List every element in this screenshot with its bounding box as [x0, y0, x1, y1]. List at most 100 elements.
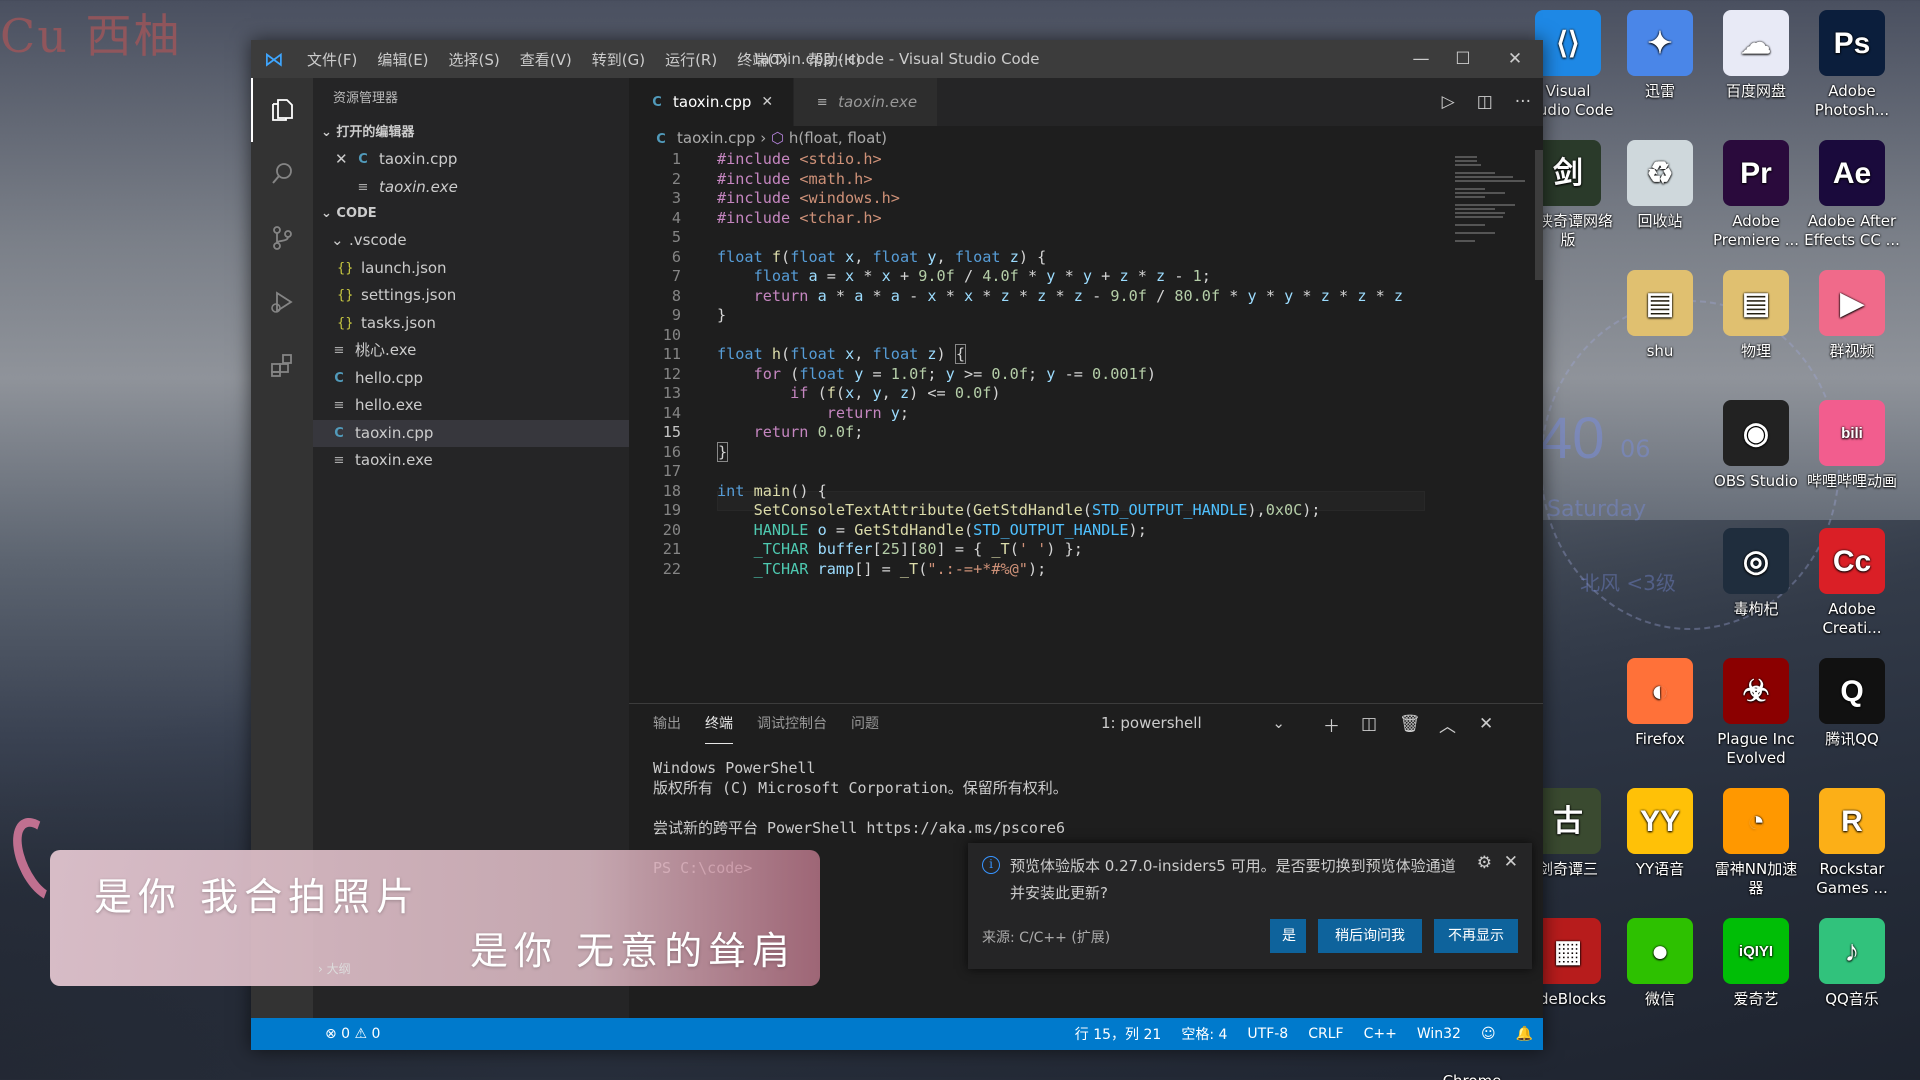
split-editor-icon[interactable]: ◫	[1477, 92, 1493, 112]
breadcrumb-file[interactable]: taoxin.cpp	[677, 129, 755, 147]
indentation-status[interactable]: 空格: 4	[1171, 1024, 1237, 1044]
clock-weather: 北风 <3级	[1580, 571, 1676, 595]
desktop-icon[interactable]: Pr Adobe Premiere ...	[1708, 140, 1804, 250]
line-number: 4	[671, 208, 681, 227]
remind-later-button[interactable]: 稍后询问我	[1318, 919, 1422, 953]
tab-problems[interactable]: 问题	[851, 704, 879, 744]
minimize-button[interactable]: —	[1401, 40, 1441, 78]
file-launch-json[interactable]: {} launch.json	[313, 255, 629, 283]
tab-taoxin-exe[interactable]: ≡ taoxin.exe	[794, 78, 939, 126]
menu-view[interactable]: 查看(V)	[510, 49, 582, 70]
desktop-icon[interactable]: ▶ 群视频	[1804, 270, 1900, 361]
desktop-icon[interactable]: bili 哔哩哔哩动画	[1804, 400, 1900, 491]
bell-icon[interactable]: 🔔	[1506, 1026, 1543, 1042]
platform-status[interactable]: Win32	[1407, 1026, 1471, 1042]
file-tasks-json[interactable]: {} tasks.json	[313, 310, 629, 338]
menu-edit[interactable]: 编辑(E)	[367, 49, 438, 70]
desktop-icon[interactable]: Ae Adobe After Effects CC ...	[1804, 140, 1900, 250]
desktop-icon[interactable]: iQIYI 爱奇艺	[1708, 918, 1804, 1009]
problems-status[interactable]: ⊗ 0 ⚠ 0	[315, 1026, 390, 1042]
eol-status[interactable]: CRLF	[1298, 1026, 1353, 1042]
language-status[interactable]: C++	[1354, 1026, 1407, 1042]
menu-file[interactable]: 文件(F)	[297, 49, 367, 70]
clock-day: Saturday	[1547, 497, 1647, 522]
feedback-icon[interactable]: ☺	[1471, 1026, 1506, 1042]
tab-debug-console[interactable]: 调试控制台	[757, 704, 827, 744]
desktop-icon[interactable]: ◐ Firefox	[1612, 658, 1708, 749]
notification-message: 预览体验版本 0.27.0-insiders5 可用。是否要切换到预览体验通道并…	[1010, 857, 1456, 902]
code-folder-section[interactable]: ⌄ CODE	[313, 201, 629, 227]
tab-output[interactable]: 输出	[653, 704, 681, 744]
desktop-icon[interactable]: ● 微信	[1612, 918, 1708, 1009]
close-tab-icon[interactable]: ✕	[761, 94, 773, 110]
yes-button[interactable]: 是	[1270, 919, 1306, 953]
desktop-icon[interactable]: ▤ 物理	[1708, 270, 1804, 361]
desktop-icon[interactable]: ✦ 迅雷	[1612, 10, 1708, 101]
file-taoxin-chinese-exe[interactable]: ≡ 桃心.exe	[313, 337, 629, 365]
menu-selection[interactable]: 选择(S)	[439, 49, 510, 70]
desktop-icon[interactable]: ☣ Plague Inc Evolved	[1708, 658, 1804, 768]
maximize-panel-icon[interactable]: ︿	[1439, 704, 1456, 744]
open-editor-taoxin-exe[interactable]: ≡ taoxin.exe	[313, 174, 629, 202]
new-terminal-icon[interactable]: ＋	[1323, 704, 1340, 744]
menu-help[interactable]: 帮助(H)	[798, 49, 871, 70]
close-icon[interactable]: ✕	[335, 146, 355, 174]
menu-go[interactable]: 转到(G)	[582, 49, 655, 70]
maximize-button[interactable]: ☐	[1443, 40, 1483, 78]
desktop-icon[interactable]: Q 腾讯QQ	[1804, 658, 1900, 749]
close-panel-icon[interactable]: ✕	[1479, 704, 1493, 744]
terminal-select[interactable]: 1: powershell ⌄	[1093, 708, 1293, 738]
desktop-icon[interactable]: ☁ 百度网盘	[1708, 10, 1804, 101]
open-editors-section[interactable]: ⌄ 打开的编辑器	[313, 120, 629, 146]
chevron-right-icon: ›	[760, 129, 771, 147]
desktop-icon[interactable]: Ps Adobe Photosh...	[1804, 10, 1900, 120]
run-debug-icon[interactable]	[251, 270, 313, 334]
split-terminal-icon[interactable]: ◫	[1361, 704, 1377, 744]
app-icon: ◎	[1723, 528, 1789, 594]
explorer-icon[interactable]	[251, 78, 313, 142]
editor-scrollbar[interactable]	[1535, 150, 1543, 280]
encoding-status[interactable]: UTF-8	[1237, 1026, 1298, 1042]
desktop-icon[interactable]: ◎ 毒枸杞	[1708, 528, 1804, 619]
file-taoxin-cpp[interactable]: Ctaoxin.cpp	[313, 419, 629, 447]
app-icon: ●	[1627, 918, 1693, 984]
open-editor-taoxin-cpp[interactable]: ✕ Ctaoxin.cpp	[313, 146, 629, 174]
close-icon[interactable]: ✕	[1504, 852, 1518, 872]
desktop-icon[interactable]: YY YY语音	[1612, 788, 1708, 879]
line-number: 7	[671, 267, 681, 285]
search-icon[interactable]	[251, 142, 313, 206]
tab-terminal[interactable]: 终端	[705, 704, 733, 744]
desktop-icon[interactable]: ▤ shu	[1612, 270, 1708, 361]
code-line: for (float y = 1.0f; y >= 0.0f; y -= 0.0…	[753, 364, 1157, 383]
breadcrumb-symbol[interactable]: h(float, float)	[789, 129, 887, 147]
file-taoxin-exe[interactable]: ≡ taoxin.exe	[313, 447, 629, 475]
desktop-icon[interactable]: ♪ QQ音乐	[1804, 918, 1900, 1009]
folder-vscode[interactable]: ⌄ .vscode	[313, 227, 629, 255]
cursor-position[interactable]: 行 15，列 21	[1065, 1024, 1172, 1044]
close-window-button[interactable]: ✕	[1495, 40, 1535, 78]
gear-icon[interactable]: ⚙	[1477, 853, 1492, 873]
trash-icon[interactable]: 🗑	[1399, 704, 1421, 744]
dont-show-again-button[interactable]: 不再显示	[1434, 919, 1518, 953]
desktop-icon[interactable]: ◉ OBS Studio	[1708, 400, 1804, 491]
more-actions-icon[interactable]: ···	[1515, 92, 1531, 112]
run-icon[interactable]: ▷	[1442, 92, 1455, 112]
menu-terminal[interactable]: 终端(T)	[727, 49, 798, 70]
editor-area: Ctaoxin.cpp ✕ ≡ taoxin.exe ▷ ◫ ··· Ctaoxin…	[629, 78, 1543, 703]
desktop-icon[interactable]: R Rockstar Games ...	[1804, 788, 1900, 898]
menu-run[interactable]: 运行(R)	[655, 49, 727, 70]
file-hello-exe[interactable]: ≡ hello.exe	[313, 392, 629, 420]
code-view[interactable]: 1 2 3 4 5 6 7 8 9 10 11 12 13 14 15 16 17 18 19 20 21 22 #inc…	[629, 150, 1441, 703]
tab-taoxin-cpp[interactable]: Ctaoxin.cpp ✕	[629, 78, 795, 126]
file-settings-json[interactable]: {} settings.json	[313, 282, 629, 310]
desktop-icon[interactable]: ♻ 回收站	[1612, 140, 1708, 231]
file-hello-cpp[interactable]: Chello.cpp	[313, 365, 629, 393]
desktop-icon[interactable]: Cc Adobe Creati...	[1804, 528, 1900, 638]
desktop-icon-label: Adobe Premiere ...	[1713, 212, 1799, 249]
desktop-icon[interactable]: ◔ 雷神NN加速器	[1708, 788, 1804, 898]
extensions-icon[interactable]	[251, 334, 313, 398]
line-number: 12	[662, 364, 681, 383]
source-control-icon[interactable]	[251, 206, 313, 270]
minimap[interactable]	[1451, 150, 1531, 703]
outline-section[interactable]: › 大纲	[318, 960, 351, 977]
